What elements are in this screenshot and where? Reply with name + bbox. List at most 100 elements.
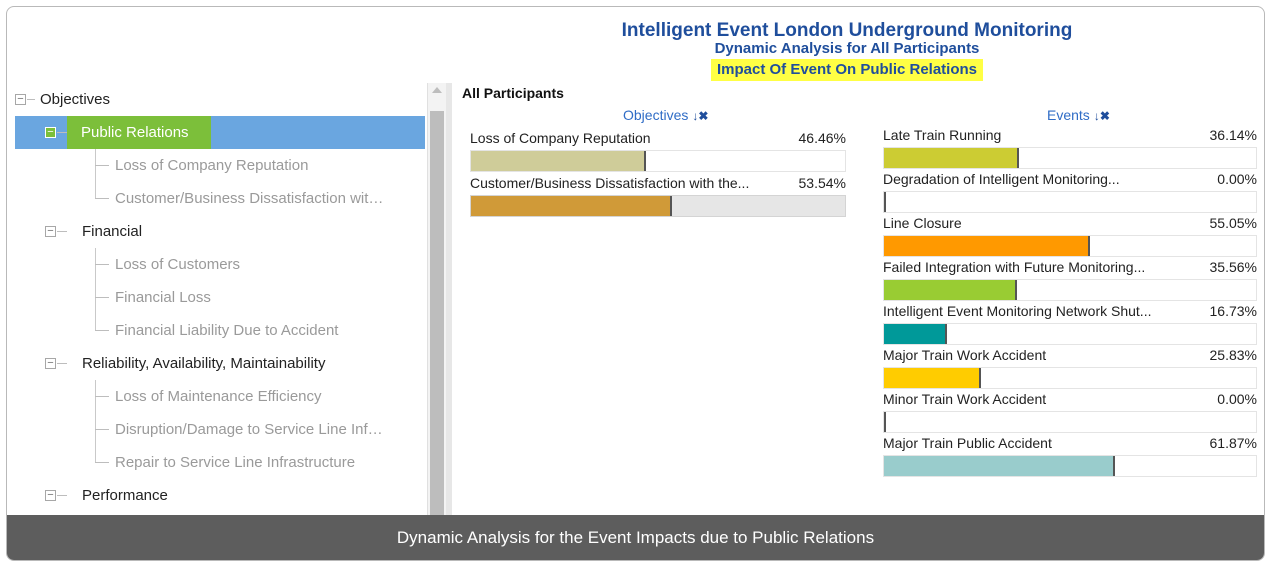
bar-row[interactable]: Major Train Public Accident 61.87% <box>883 435 1257 479</box>
tree-leaf[interactable]: Financial Liability Due to Accident <box>7 314 427 347</box>
tree-group-label: Performance <box>82 487 168 504</box>
bar-label: Minor Train Work Accident <box>883 391 1047 407</box>
bar-track <box>883 235 1257 257</box>
tree-leaf-label: Customer/Business Dissatisfaction wit… <box>115 190 384 207</box>
tree-connector <box>95 446 96 463</box>
bar-fill <box>884 192 886 212</box>
tree-connector <box>95 314 96 331</box>
bar-value: 61.87% <box>1209 435 1257 451</box>
bar-track <box>470 150 846 172</box>
bar-value: 25.83% <box>1209 347 1257 363</box>
tree-connector <box>57 495 67 496</box>
tree-group-0[interactable]: − Public Relations <box>7 116 427 149</box>
tree-scrollbar[interactable] <box>427 83 446 517</box>
bar-track <box>883 367 1257 389</box>
tree-leaf[interactable]: Repair to Service Line Infrastructure <box>7 446 427 479</box>
bar-label: Major Train Work Accident <box>883 347 1047 363</box>
bar-row[interactable]: Intelligent Event Monitoring Network Shu… <box>883 303 1257 347</box>
tree-connector <box>27 99 35 100</box>
tree-connector <box>95 429 109 430</box>
bar-row[interactable]: Minor Train Work Accident 0.00% <box>883 391 1257 435</box>
bar-track <box>883 323 1257 345</box>
collapse-toggle-icon[interactable]: − <box>45 226 56 237</box>
tree-leaf-label: Loss of Customers <box>115 256 241 273</box>
objectives-column-header[interactable]: Objectives ↓✖ <box>623 107 708 123</box>
bar-track <box>883 147 1257 169</box>
page-subtitle: Dynamic Analysis for All Participants <box>714 40 980 57</box>
tree-connector <box>95 462 109 463</box>
objectives-tree: − Objectives − Public Relations Loss of Comp… <box>7 83 427 517</box>
tree-group-2[interactable]: − Reliability, Availability, Maintainabil… <box>7 347 427 380</box>
tree-leaf-label: Disruption/Damage to Service Line Inf… <box>115 421 383 438</box>
bar-fill <box>884 280 1017 300</box>
figure-caption: Dynamic Analysis for the Event Impacts d… <box>7 515 1264 560</box>
bar-fill <box>884 148 1020 168</box>
bar-label: Line Closure <box>883 215 962 231</box>
bar-row[interactable]: Late Train Running 36.14% <box>883 127 1257 171</box>
tree-root-label: Objectives <box>40 91 111 108</box>
tree-leaf[interactable]: Loss of Maintenance Efficiency <box>7 380 427 413</box>
tree-connector <box>95 330 109 331</box>
bar-fill <box>884 324 947 344</box>
events-column-header[interactable]: Events ↓✖ <box>1047 107 1110 123</box>
bar-row[interactable]: Line Closure 55.05% <box>883 215 1257 259</box>
bar-fill <box>471 196 673 216</box>
bar-label: Late Train Running <box>883 127 1002 143</box>
bar-row[interactable]: Customer/Business Dissatisfaction with t… <box>470 175 846 219</box>
collapse-toggle-icon[interactable]: − <box>15 94 26 105</box>
bar-row[interactable]: Major Train Work Accident 25.83% <box>883 347 1257 391</box>
bar-row[interactable]: Failed Integration with Future Monitorin… <box>883 259 1257 303</box>
collapse-toggle-icon[interactable]: − <box>45 127 56 138</box>
header: Intelligent Event London Underground Mon… <box>597 21 1097 81</box>
collapse-toggle-icon[interactable]: − <box>45 358 56 369</box>
scroll-thumb[interactable] <box>430 111 444 515</box>
tree-connector <box>95 264 109 265</box>
bar-label: Degradation of Intelligent Monitoring... <box>883 171 1120 187</box>
bar-value: 0.00% <box>1217 391 1257 407</box>
bar-value: 16.73% <box>1209 303 1257 319</box>
tree-leaf[interactable]: Disruption/Damage to Service Line Inf… <box>7 413 427 446</box>
scroll-up-arrow-icon[interactable] <box>432 87 442 93</box>
bar-value: 53.54% <box>798 175 846 191</box>
tree-group-label: Financial <box>82 223 143 240</box>
tree-root[interactable]: − Objectives <box>7 83 427 116</box>
tree-connector <box>95 396 109 397</box>
sort-icon[interactable]: ↓✖ <box>692 109 708 123</box>
tree-leaf[interactable]: Loss of Customers <box>7 248 427 281</box>
bar-track <box>883 455 1257 477</box>
impact-highlight: Impact Of Event On Public Relations <box>710 59 984 81</box>
bar-track <box>470 195 846 217</box>
bar-value: 55.05% <box>1209 215 1257 231</box>
bar-fill <box>884 236 1090 256</box>
bar-row[interactable]: Degradation of Intelligent Monitoring...… <box>883 171 1257 215</box>
bar-row[interactable]: Loss of Company Reputation 46.46% <box>470 130 846 174</box>
bar-label: Customer/Business Dissatisfaction with t… <box>470 175 750 191</box>
collapse-toggle-icon[interactable]: − <box>45 490 56 501</box>
bar-fill <box>884 412 886 432</box>
tree-leaf-label: Loss of Company Reputation <box>115 157 309 174</box>
bar-value: 36.14% <box>1209 127 1257 143</box>
bar-label: Failed Integration with Future Monitorin… <box>883 259 1146 275</box>
bar-label: Major Train Public Accident <box>883 435 1052 451</box>
tree-group-label: Public Relations <box>67 116 211 149</box>
app-frame: Intelligent Event London Underground Mon… <box>6 6 1265 561</box>
events-header-label: Events <box>1047 107 1090 123</box>
panel-splitter[interactable] <box>446 83 452 517</box>
tree-leaf[interactable]: Loss of Company Reputation <box>7 149 427 182</box>
bar-fill <box>471 151 646 171</box>
tree-leaf[interactable]: Financial Loss <box>7 281 427 314</box>
bar-value: 35.56% <box>1209 259 1257 275</box>
tree-leaf-label: Financial Liability Due to Accident <box>115 322 339 339</box>
page-title: Intelligent Event London Underground Mon… <box>621 20 1073 41</box>
tree-group-1[interactable]: − Financial <box>7 215 427 248</box>
objectives-header-label: Objectives <box>623 107 689 123</box>
tree-connector <box>57 231 67 232</box>
tree-leaf[interactable]: Customer/Business Dissatisfaction wit… <box>7 182 427 215</box>
sort-icon[interactable]: ↓✖ <box>1094 109 1110 123</box>
tree-group-label: Reliability, Availability, Maintainabili… <box>82 355 326 372</box>
tree-group-3[interactable]: − Performance <box>7 479 427 512</box>
tree-connector <box>95 297 109 298</box>
tree-connector <box>95 198 109 199</box>
tree-connector <box>57 363 67 364</box>
bar-value: 0.00% <box>1217 171 1257 187</box>
